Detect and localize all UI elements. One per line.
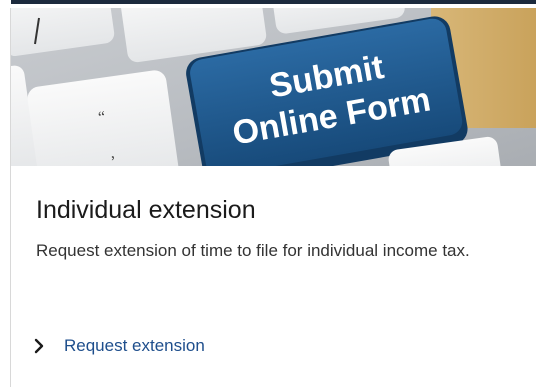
card-body: Individual extension Request extension o…: [36, 194, 526, 263]
top-border: [11, 0, 536, 4]
request-extension-link[interactable]: Request extension: [30, 334, 205, 358]
keyboard-submit-key-image: “ , Submit Online Form: [11, 8, 536, 166]
card-title: Individual extension: [36, 196, 256, 224]
extension-card: “ , Submit Online Form Individual extens…: [10, 0, 536, 387]
card-description: Request extension of time to file for in…: [36, 241, 470, 260]
chevron-right-icon: [34, 338, 44, 354]
hero-image: “ , Submit Online Form: [11, 8, 536, 166]
request-extension-label[interactable]: Request extension: [64, 334, 205, 358]
